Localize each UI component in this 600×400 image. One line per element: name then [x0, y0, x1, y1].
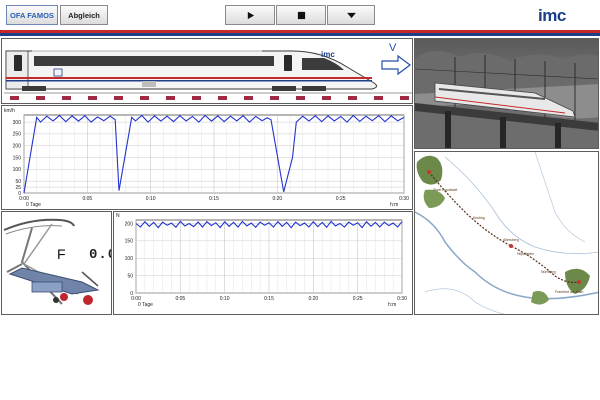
speed-chart-xtick-label: 0:20: [272, 196, 282, 202]
play-button[interactable]: [225, 5, 275, 25]
force-readout: 0.0: [89, 247, 111, 263]
arrow-right-icon: [381, 54, 411, 76]
pantograph-panel: F 0.0: [1, 211, 112, 315]
speed-chart-xtick-label: 0:10: [146, 196, 156, 202]
speed-chart-xlabel: h:m: [390, 202, 398, 208]
chevron-down-icon: [346, 12, 356, 18]
speed-chart-ytick-label: 50: [15, 179, 21, 185]
speed-chart-ytick-label: 100: [13, 167, 22, 173]
speed-chart-ytick-label: 25: [15, 185, 21, 191]
speed-chart-xtick-label: 0:25: [336, 196, 346, 202]
map-town-kinding: Kinding: [473, 216, 485, 220]
map-town-allersberg: Allersberg: [503, 238, 519, 242]
route-map: Stadt Ingolstadt Kinding Allersberg Hilp…: [414, 151, 599, 315]
imc-logo: imc: [532, 4, 572, 26]
force-chart-ylabel: N: [116, 213, 120, 219]
force-chart-xtick-label: 0:15: [264, 296, 274, 302]
map-town-nuernberg: Nürnberg: [541, 270, 556, 274]
speed-chart-ytick-label: 200: [13, 144, 22, 150]
train-photo-image: [415, 39, 598, 148]
map-town-hilpoltstein: Hilpoltstein: [517, 252, 535, 256]
speed-chart-ytick-label: 300: [13, 120, 22, 126]
train-photo: [414, 38, 599, 149]
speed-chart-ytick-label: 250: [13, 132, 22, 138]
accent-stripe-blue: [0, 33, 600, 36]
velocity-label: V: [389, 42, 397, 54]
tab-abgleich[interactable]: Abgleich: [60, 5, 108, 25]
map-town-ingolstadt: Stadt Ingolstadt: [433, 188, 458, 192]
force-chart-xtick-label: 0:30: [397, 296, 407, 302]
stop-button[interactable]: [276, 5, 326, 25]
speed-chart-xtick-label: 0:15: [209, 196, 219, 202]
force-chart-x-origin-label: 0 Tage: [138, 302, 153, 308]
map-town-frankfurt: Frankfurt am Main: [555, 290, 584, 294]
logo-text: imc: [538, 6, 566, 25]
force-chart-ytick-label: 150: [125, 239, 134, 245]
dropdown-button[interactable]: [327, 5, 375, 25]
force-chart-ytick-label: 50: [127, 273, 133, 279]
train-brand: imc: [321, 50, 335, 59]
force-chart-panel: 0 50 100 150 200 0:00 0:05 0:10 0:15 0:20 0:25 0:30…: [113, 211, 413, 315]
tab-ofa-famos[interactable]: OFA FAMOS: [6, 5, 58, 25]
force-chart-xtick-label: 0:25: [353, 296, 363, 302]
toolbar: OFA FAMOS Abgleich imc: [0, 0, 600, 30]
speed-chart-xtick-label: 0:30: [399, 196, 409, 202]
speed-chart-ylabel: km/h: [4, 108, 15, 114]
force-chart-xlabel: h:m: [388, 302, 396, 308]
speed-chart-xtick-label: 0:05: [82, 196, 92, 202]
stop-icon: [297, 11, 305, 19]
force-chart-ytick-label: 100: [125, 256, 134, 262]
train-schematic-panel: imc V: [1, 38, 413, 104]
force-label: F: [57, 246, 66, 262]
force-chart-xtick-label: 0:10: [220, 296, 230, 302]
force-chart: 0501001502000:00 0:05 0:10 0:15 0:20 0:25 0:30…: [116, 213, 407, 308]
speed-chart-x-origin-label: 0 Tage: [26, 202, 41, 208]
force-chart-xtick-label: 0:05: [175, 296, 185, 302]
speed-chart: 025501001502002503000:00 0:05 0:10 0:15 0:20…: [4, 108, 409, 208]
speed-chart-ytick-label: 150: [13, 155, 22, 161]
speed-chart-panel: 0 25 50 100 150 200 250 300 0:00 0:05 0:10 0:15 0:20…: [1, 105, 413, 210]
train-illustration: [4, 50, 412, 100]
force-chart-xtick-label: 0:20: [308, 296, 318, 302]
pantograph-illustration: [2, 212, 111, 314]
play-icon: [247, 11, 254, 19]
force-chart-ytick-label: 200: [125, 221, 134, 227]
